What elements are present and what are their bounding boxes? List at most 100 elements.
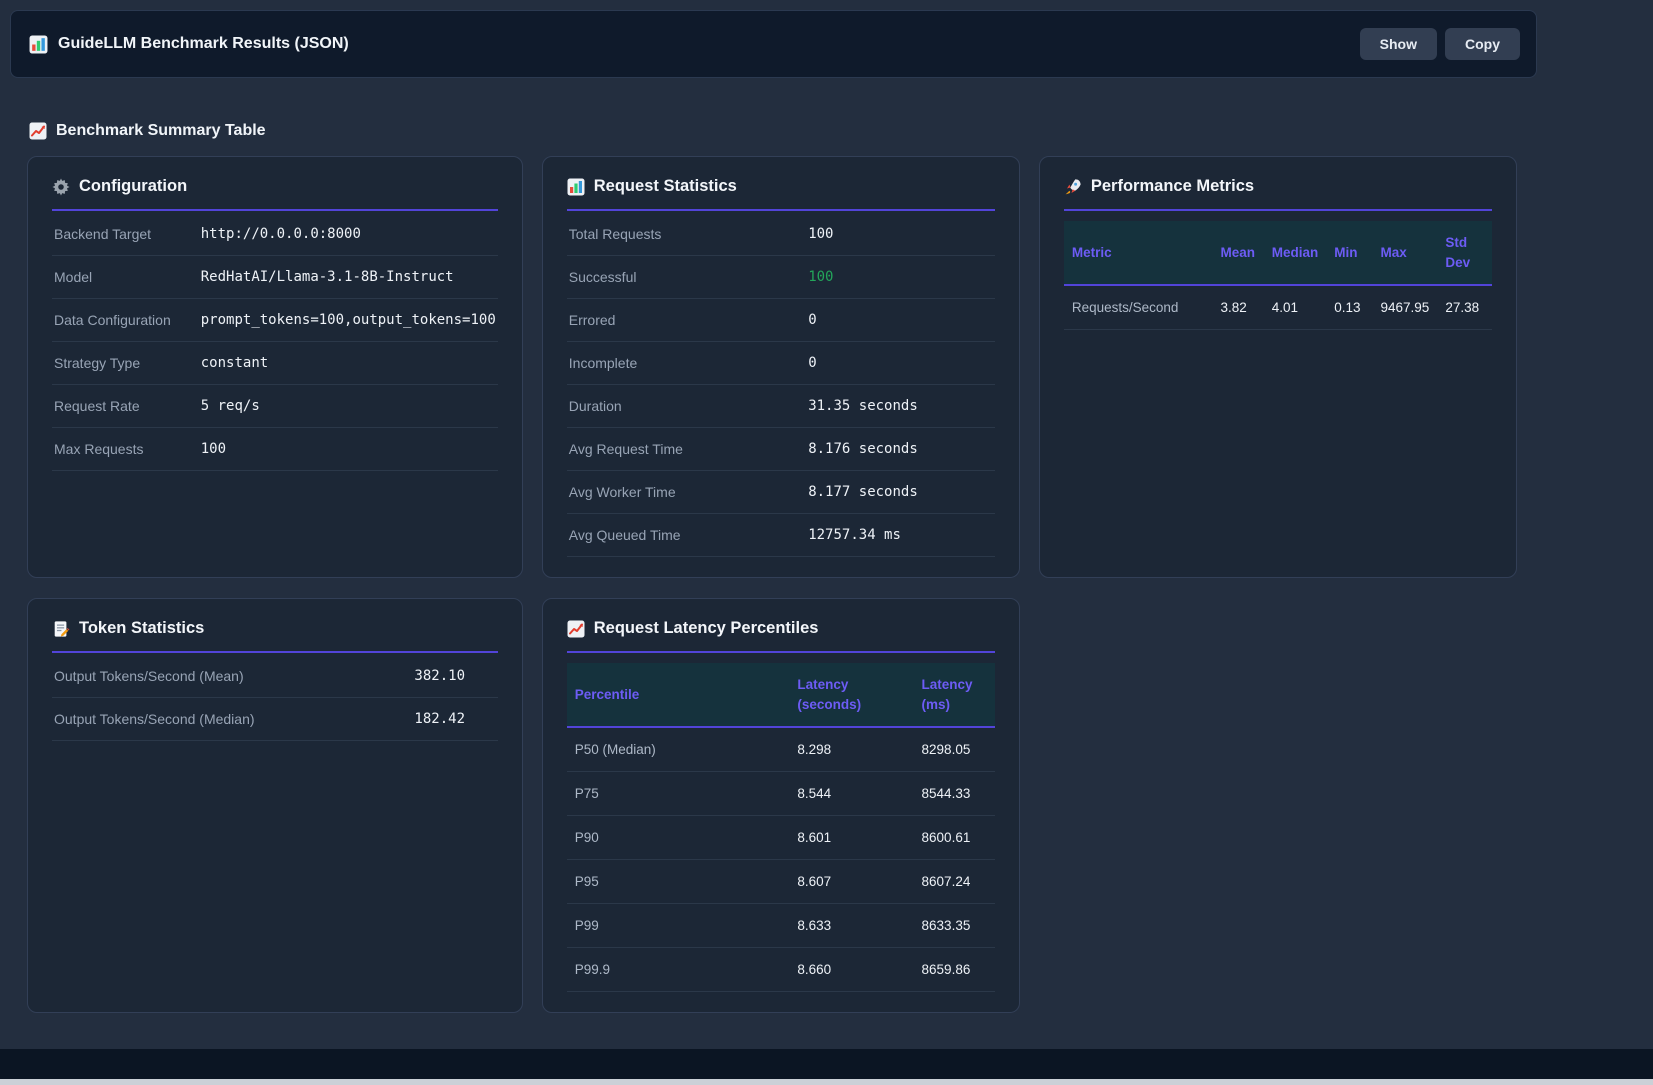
section-title-text: Benchmark Summary Table	[56, 122, 266, 140]
table-row: Output Tokens/Second (Mean) 382.10	[52, 655, 498, 698]
request-statistics-card: Request Statistics Total Requests 100 Su…	[542, 156, 1020, 578]
card-header: Token Statistics	[52, 619, 498, 653]
page-title: GuideLLM Benchmark Results (JSON)	[58, 35, 349, 53]
row-value: 31.35 seconds	[806, 385, 995, 428]
row-value: 0	[806, 299, 995, 342]
table-header-row: Percentile Latency (seconds) Latency (ms…	[567, 663, 995, 727]
cell-latency-seconds: 8.544	[789, 772, 913, 816]
row-value: prompt_tokens=100,output_tokens=100	[199, 299, 498, 342]
table-header-row: Metric Mean Median Min Max Std Dev	[1064, 221, 1492, 285]
row-label: Request Rate	[52, 385, 199, 428]
column-header: Median	[1264, 221, 1327, 285]
cell-latency-ms: 8600.61	[914, 816, 995, 860]
table-row: Errored 0	[567, 299, 995, 342]
table-row: P99 8.633 8633.35	[567, 904, 995, 948]
column-header: Percentile	[567, 663, 790, 727]
row-label: Max Requests	[52, 428, 199, 471]
column-header: Metric	[1064, 221, 1213, 285]
card-title: Configuration	[79, 177, 187, 196]
cell-latency-seconds: 8.633	[789, 904, 913, 948]
table-row: Avg Queued Time 12757.34 ms	[567, 514, 995, 557]
cell-latency-ms: 8633.35	[914, 904, 995, 948]
gear-icon	[52, 178, 70, 196]
row-label: Duration	[567, 385, 806, 428]
row-label: Strategy Type	[52, 342, 199, 385]
row-value: 382.10	[412, 655, 497, 698]
latency-percentiles-card: Request Latency Percentiles Percentile L…	[542, 598, 1020, 1013]
row-value: 8.176 seconds	[806, 428, 995, 471]
performance-metrics-table: Metric Mean Median Min Max Std Dev Reque…	[1064, 221, 1492, 330]
token-statistics-card: Token Statistics Output Tokens/Second (M…	[27, 598, 523, 1013]
content-container: GuideLLM Benchmark Results (JSON) Show C…	[10, 10, 1537, 1013]
row-label: Avg Request Time	[567, 428, 806, 471]
row-value: 5 req/s	[199, 385, 498, 428]
table-row: Incomplete 0	[567, 342, 995, 385]
cell-percentile: P95	[567, 860, 790, 904]
table-row: Output Tokens/Second (Median) 182.42	[52, 698, 498, 741]
bar-chart-icon	[29, 35, 48, 54]
window-bottom-edge	[0, 1079, 1653, 1085]
header-actions: Show Copy	[1360, 28, 1520, 60]
table-row: Total Requests 100	[567, 213, 995, 256]
table-row: Avg Request Time 8.176 seconds	[567, 428, 995, 471]
table-row: P90 8.601 8600.61	[567, 816, 995, 860]
cell-latency-seconds: 8.660	[789, 948, 913, 992]
cell-metric: Requests/Second	[1064, 285, 1213, 330]
request-statistics-rows: Total Requests 100 Successful 100 Errore…	[567, 213, 995, 557]
cell-min: 0.13	[1326, 285, 1372, 330]
memo-icon	[52, 620, 70, 638]
column-header: Latency (seconds)	[789, 663, 913, 727]
table-row: Duration 31.35 seconds	[567, 385, 995, 428]
copy-button[interactable]: Copy	[1445, 28, 1520, 60]
cell-percentile: P99.9	[567, 948, 790, 992]
cell-latency-seconds: 8.601	[789, 816, 913, 860]
card-title: Token Statistics	[79, 619, 204, 638]
show-button[interactable]: Show	[1360, 28, 1437, 60]
latency-percentiles-table: Percentile Latency (seconds) Latency (ms…	[567, 663, 995, 992]
row-value: 100	[806, 213, 995, 256]
row-value: 100	[199, 428, 498, 471]
row-label: Errored	[567, 299, 806, 342]
column-header: Std Dev	[1437, 221, 1492, 285]
row-value: 8.177 seconds	[806, 471, 995, 514]
row-label: Total Requests	[567, 213, 806, 256]
row-label: Output Tokens/Second (Median)	[52, 698, 412, 741]
line-chart-icon	[567, 620, 585, 638]
card-header: Request Statistics	[567, 177, 995, 211]
line-chart-icon	[29, 122, 47, 140]
column-header: Max	[1373, 221, 1438, 285]
row-label: Data Configuration	[52, 299, 199, 342]
token-statistics-rows: Output Tokens/Second (Mean) 382.10 Outpu…	[52, 655, 498, 741]
row-value: constant	[199, 342, 498, 385]
cell-max: 9467.95	[1373, 285, 1438, 330]
row-value: 182.42	[412, 698, 497, 741]
row-label: Avg Worker Time	[567, 471, 806, 514]
table-row: Requests/Second 3.82 4.01 0.13 9467.95 2…	[1064, 285, 1492, 330]
row-label: Output Tokens/Second (Mean)	[52, 655, 412, 698]
table-row: P99.9 8.660 8659.86	[567, 948, 995, 992]
cell-median: 4.01	[1264, 285, 1327, 330]
bar-chart-icon	[567, 178, 585, 196]
cell-latency-ms: 8607.24	[914, 860, 995, 904]
card-title: Request Latency Percentiles	[594, 619, 819, 638]
configuration-card: Configuration Backend Target http://0.0.…	[27, 156, 523, 578]
cards-grid: Configuration Backend Target http://0.0.…	[27, 156, 1517, 1013]
cell-latency-ms: 8659.86	[914, 948, 995, 992]
cell-percentile: P75	[567, 772, 790, 816]
table-row: Avg Worker Time 8.177 seconds	[567, 471, 995, 514]
cell-latency-ms: 8298.05	[914, 727, 995, 772]
cell-percentile: P90	[567, 816, 790, 860]
card-title: Request Statistics	[594, 177, 737, 196]
column-header: Min	[1326, 221, 1372, 285]
row-label: Model	[52, 256, 199, 299]
card-header: Performance Metrics	[1064, 177, 1492, 211]
row-value: 0	[806, 342, 995, 385]
configuration-rows: Backend Target http://0.0.0.0:8000 Model…	[52, 213, 498, 471]
row-value: http://0.0.0.0:8000	[199, 213, 498, 256]
table-row: P75 8.544 8544.33	[567, 772, 995, 816]
table-row: P95 8.607 8607.24	[567, 860, 995, 904]
card-header: Configuration	[52, 177, 498, 211]
performance-metrics-card: Performance Metrics Metric Mean Median M…	[1039, 156, 1517, 578]
row-value: 12757.34 ms	[806, 514, 995, 557]
table-row: P50 (Median) 8.298 8298.05	[567, 727, 995, 772]
